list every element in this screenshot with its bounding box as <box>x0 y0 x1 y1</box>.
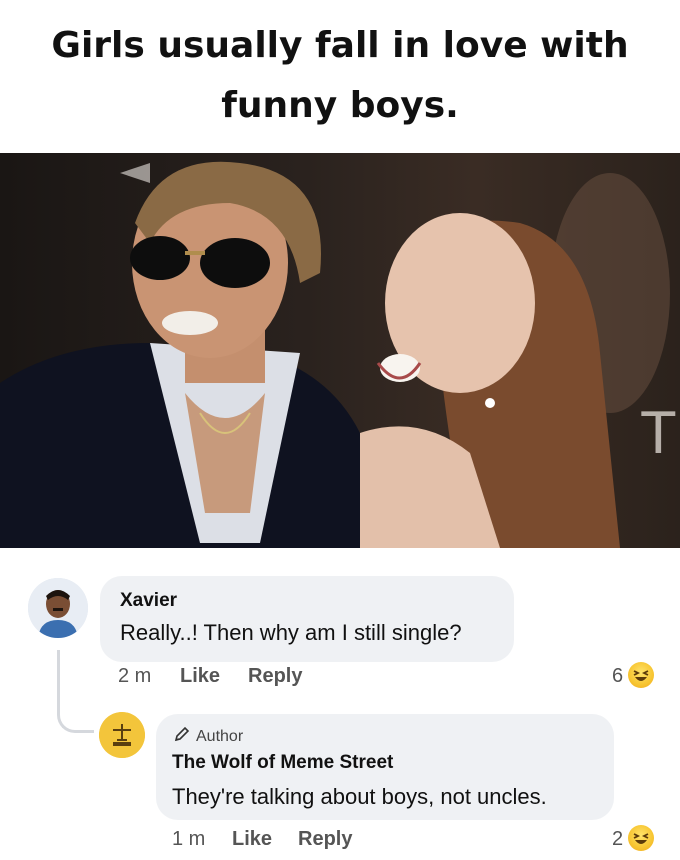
reply-author-name[interactable]: The Wolf of Meme Street <box>172 752 393 774</box>
reply-reply-button[interactable]: Reply <box>298 828 352 851</box>
reply-like-button[interactable]: Like <box>232 828 272 851</box>
author-page-avatar[interactable] <box>99 712 145 758</box>
caption-line-2: funny boys. <box>221 85 459 126</box>
author-badge: Author <box>174 726 243 747</box>
comment-text: Really..! Then why am I still single? <box>120 620 462 645</box>
commenter-avatar[interactable] <box>28 578 88 638</box>
comment-bubble[interactable] <box>100 576 514 662</box>
meme-photo: T <box>0 153 680 548</box>
comment-timestamp: 2 m <box>118 665 152 687</box>
reply-reaction-count[interactable]: 2 <box>612 828 623 851</box>
reply-haha-emoji-icon[interactable] <box>628 825 654 851</box>
like-button[interactable]: Like <box>180 665 220 688</box>
reply-button[interactable]: Reply <box>248 665 302 688</box>
caption-line-1: Girls usually fall in love with <box>51 25 629 66</box>
meme-caption: Girls usually fall in love with funny bo… <box>0 0 680 152</box>
commenter-name[interactable]: Xavier <box>120 590 177 612</box>
pencil-icon <box>174 726 190 747</box>
haha-emoji-icon[interactable] <box>628 662 654 688</box>
author-badge-label: Author <box>196 727 244 745</box>
reply-text: They're talking about boys, not uncles. <box>172 784 547 809</box>
reaction-count[interactable]: 6 <box>612 665 623 688</box>
reply-timestamp: 1 m <box>172 828 206 850</box>
svg-text:T: T <box>640 399 677 466</box>
reply-thread-curve <box>57 700 94 733</box>
